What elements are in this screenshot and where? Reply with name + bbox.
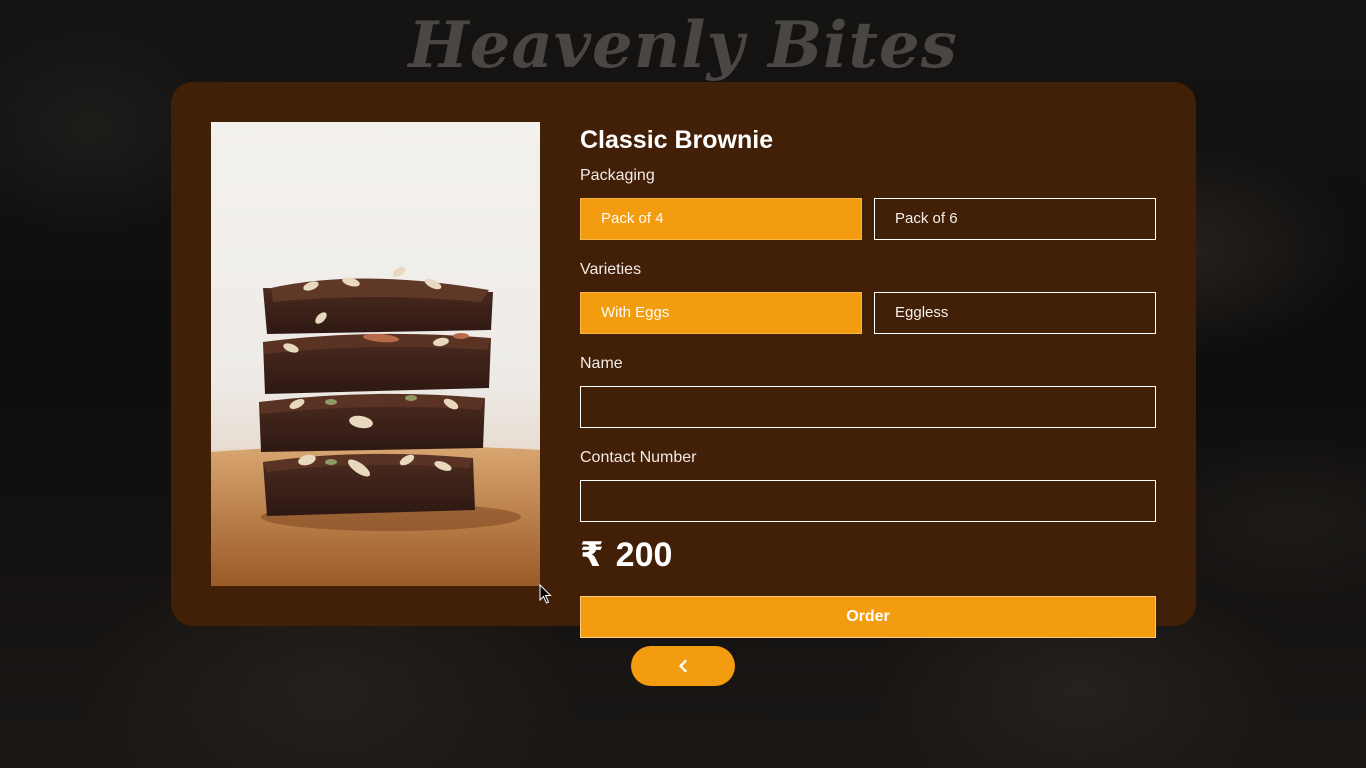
- option-pack-of-6[interactable]: Pack of 6: [874, 198, 1156, 240]
- name-input[interactable]: [580, 386, 1156, 428]
- price-amount: 200: [615, 536, 673, 574]
- name-label: Name: [580, 355, 623, 372]
- product-card: Classic Brownie Packaging Pack of 4 Pack…: [171, 82, 1196, 638]
- price-display: ₹200: [580, 534, 1156, 576]
- product-title: Classic Brownie: [580, 126, 774, 154]
- mouse-cursor-icon: [539, 584, 552, 604]
- packaging-options: Pack of 4 Pack of 6: [580, 198, 1156, 240]
- packaging-label: Packaging: [580, 167, 655, 184]
- product-image: [211, 122, 540, 586]
- contact-number-label: Contact Number: [580, 449, 697, 466]
- contact-number-input[interactable]: [580, 480, 1156, 522]
- back-button[interactable]: [631, 646, 735, 686]
- brand-title: Heavenly Bites: [408, 8, 958, 82]
- order-button[interactable]: Order: [580, 596, 1156, 638]
- option-with-eggs[interactable]: With Eggs: [580, 292, 862, 334]
- currency-symbol: ₹: [580, 535, 604, 575]
- option-pack-of-4[interactable]: Pack of 4: [580, 198, 862, 240]
- varieties-options: With Eggs Eggless: [580, 292, 1156, 334]
- order-form: Classic Brownie Packaging Pack of 4 Pack…: [580, 122, 1156, 638]
- varieties-label: Varieties: [580, 261, 642, 278]
- option-eggless[interactable]: Eggless: [874, 292, 1156, 334]
- chevron-left-icon: [679, 659, 687, 673]
